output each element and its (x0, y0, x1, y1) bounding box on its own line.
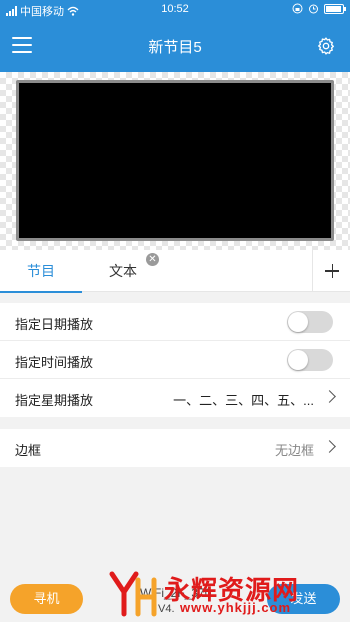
alarm-icon (309, 4, 318, 14)
watermark: 永辉资源网 www.yhkjjj.com (108, 566, 350, 622)
toggle-knob (288, 350, 308, 370)
time-play-label: 指定时间播放 (15, 355, 94, 370)
app-header: 新节目5 (0, 20, 350, 72)
watermark-url: www.yhkjjj.com (180, 600, 292, 615)
close-icon[interactable]: ✕ (146, 253, 159, 266)
date-play-row: 指定日期播放 (0, 303, 350, 341)
play-settings: 指定日期播放 指定时间播放 指定星期播放 一、二、三、四、五、... (0, 303, 350, 417)
weekday-play-value: 一、二、三、四、五、... (173, 393, 314, 408)
weekday-play-row[interactable]: 指定星期播放 一、二、三、四、五、... (0, 379, 350, 417)
border-settings: 边框 无边框 (0, 429, 350, 467)
weekday-play-label: 指定星期播放 (15, 393, 94, 408)
border-value: 无边框 (274, 443, 314, 458)
border-label: 边框 (15, 443, 42, 458)
date-play-label: 指定日期播放 (15, 317, 94, 332)
time-play-toggle[interactable] (287, 349, 333, 371)
date-play-toggle[interactable] (287, 311, 333, 333)
lock-rotation-icon (292, 3, 303, 14)
program-tabs: 节目 文本 ✕ (0, 250, 350, 293)
plus-icon[interactable] (312, 250, 350, 292)
status-bar: 中国移动 10:52 (0, 0, 350, 20)
find-device-button[interactable]: 寻机 (10, 584, 83, 614)
border-row[interactable]: 边框 无边框 (0, 429, 350, 467)
chevron-right-icon (323, 390, 336, 403)
time-play-row: 指定时间播放 (0, 341, 350, 379)
tab-program[interactable]: 节目 (0, 250, 82, 293)
gear-icon[interactable] (316, 36, 336, 56)
watermark-logo-icon (109, 571, 157, 617)
program-preview (0, 72, 350, 250)
status-right (292, 3, 346, 14)
chevron-right-icon (323, 440, 336, 453)
toggle-knob (288, 312, 308, 332)
page-title: 新节目5 (148, 39, 202, 56)
battery-icon (324, 3, 346, 14)
led-screen-preview[interactable] (16, 80, 334, 241)
